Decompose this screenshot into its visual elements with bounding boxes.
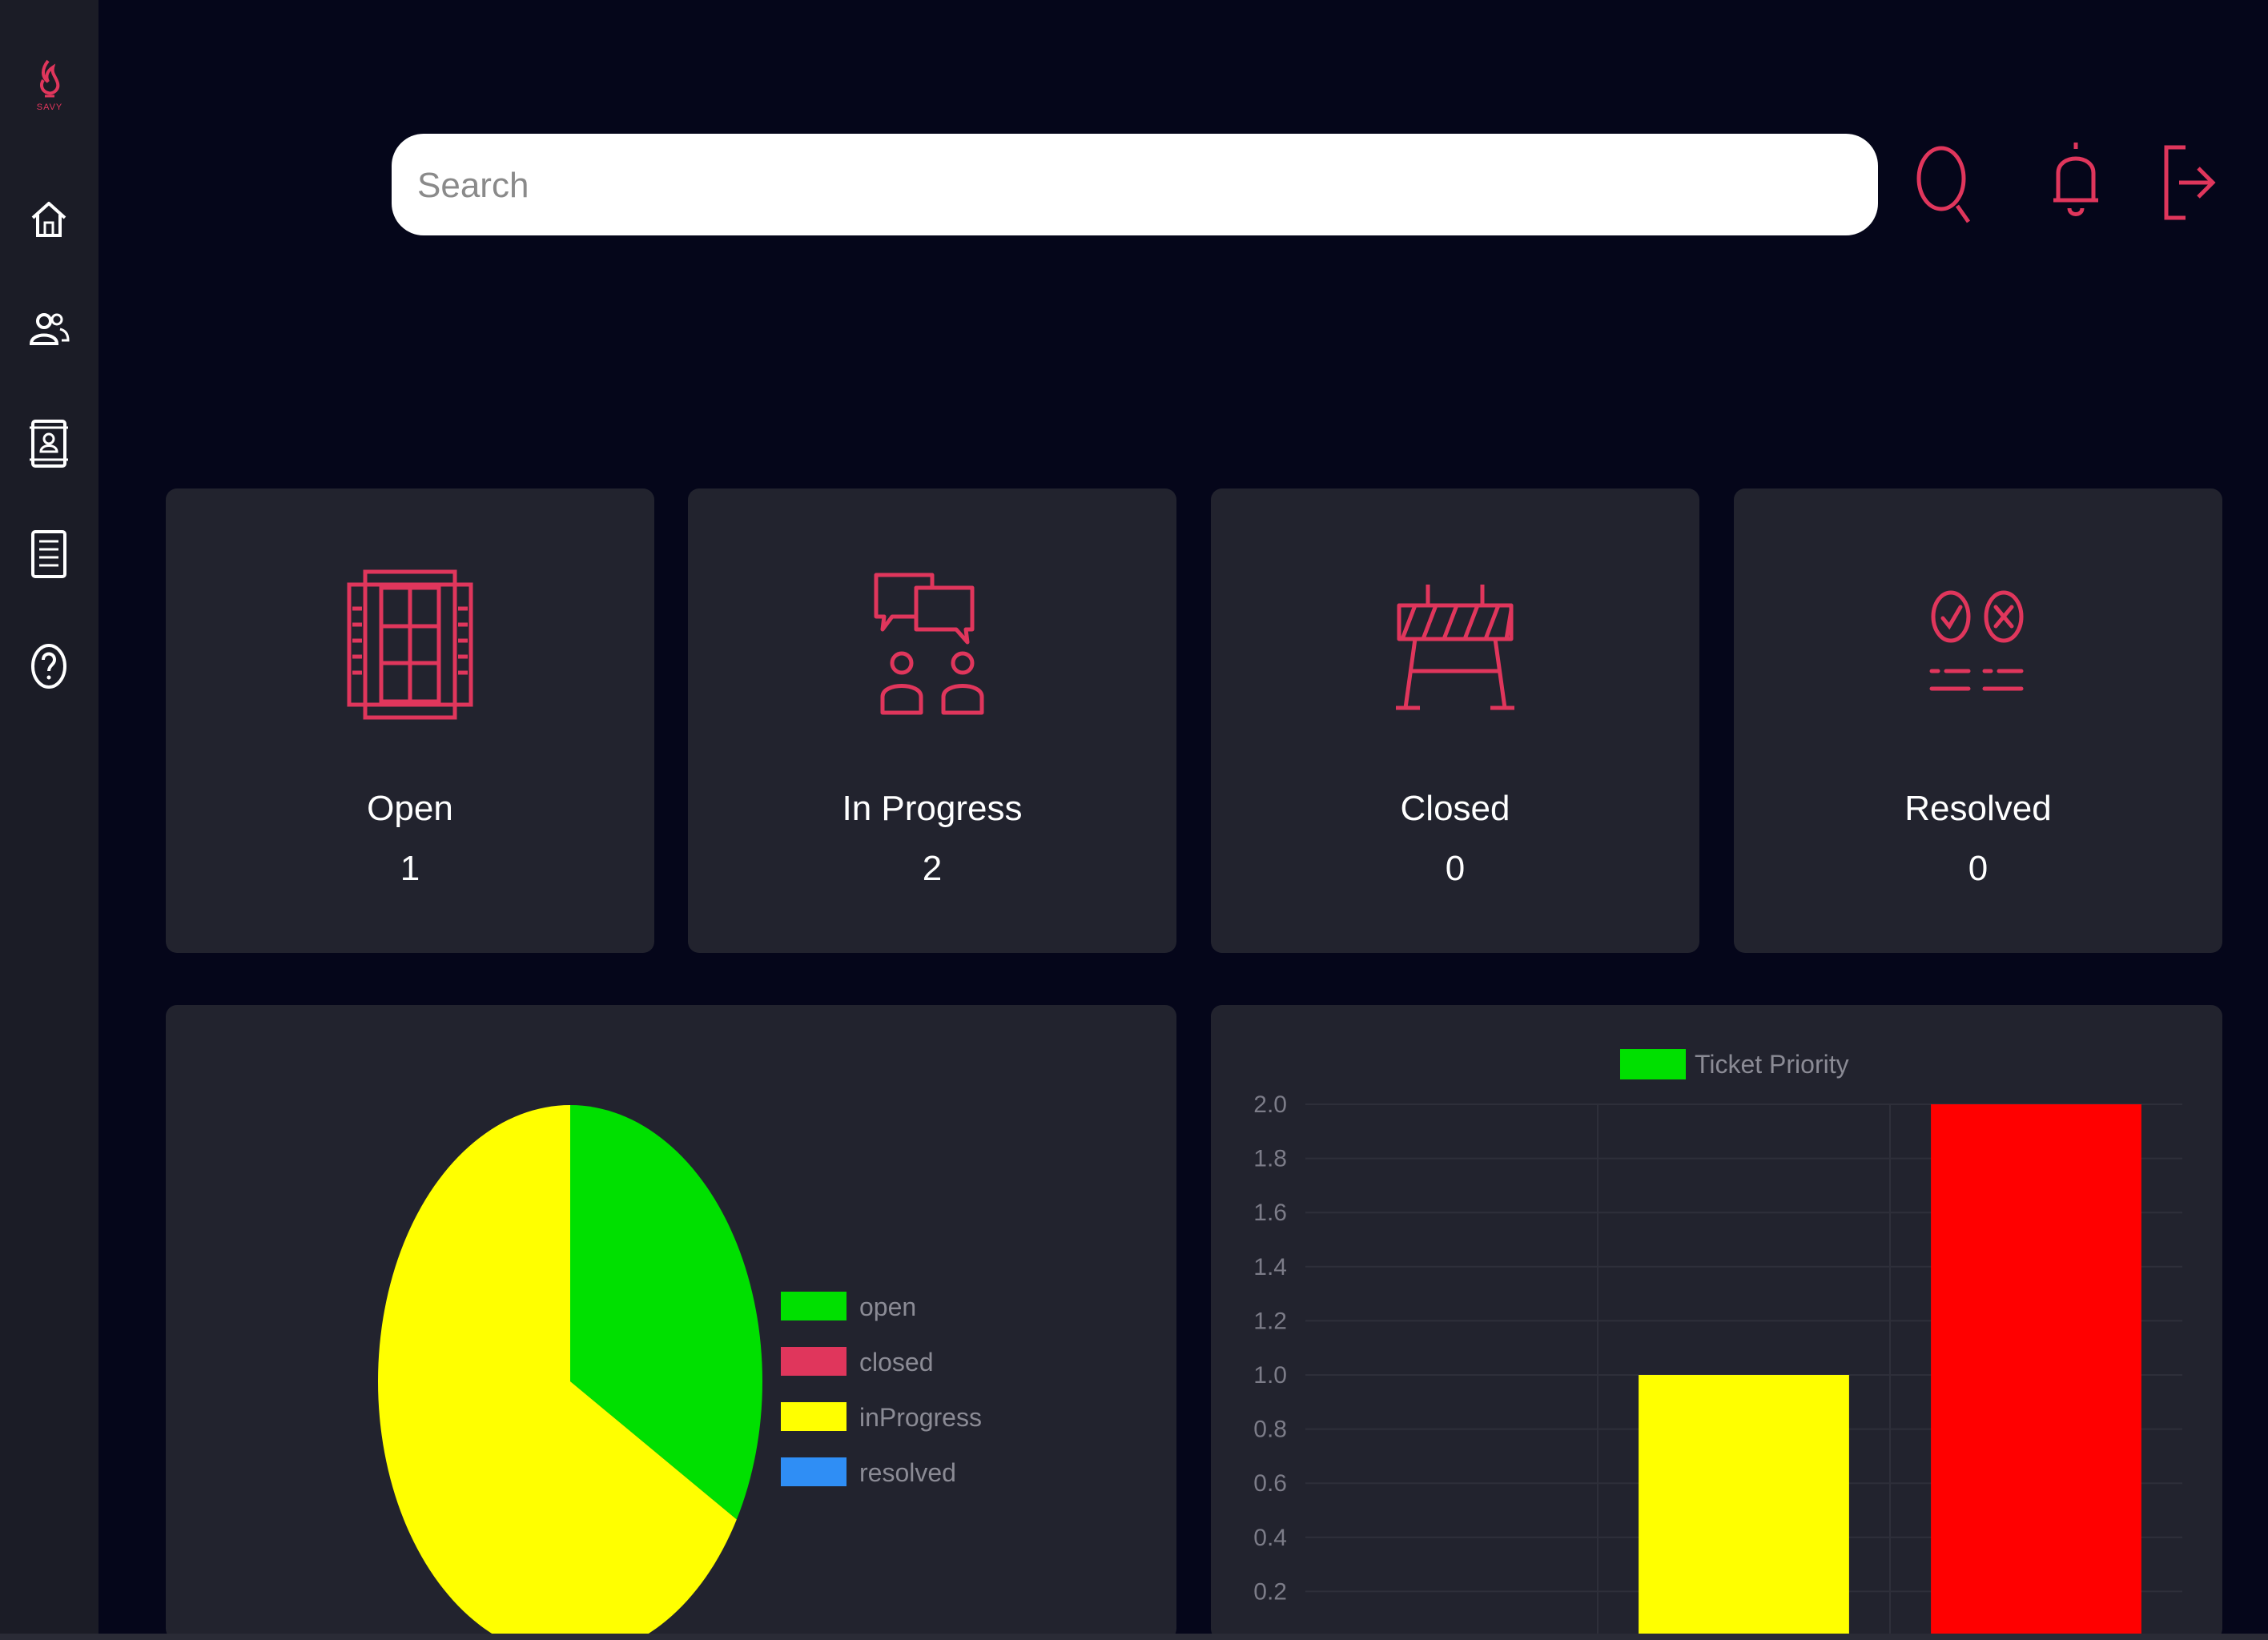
sidebar: SAVY — [0, 0, 99, 1640]
status-card-closed[interactable]: Closed 0 — [1211, 488, 1699, 953]
card-label: Open — [367, 789, 453, 828]
card-count: 0 — [1445, 849, 1466, 888]
priority-bar-chart-panel: 2.0 1.8 1.6 1.4 1.2 1.0 0.8 0.6 0.4 0.2 Ticket Pri… — [1211, 1005, 2222, 1640]
bar-priority-1 — [1639, 1375, 1849, 1640]
y-tick-label: 1.8 — [1253, 1146, 1287, 1172]
notifications-button[interactable] — [2050, 136, 2101, 225]
legend-label-resolved: resolved — [859, 1458, 956, 1487]
check-cross-list-icon — [1929, 590, 2024, 691]
priority-bar-chart: 2.0 1.8 1.6 1.4 1.2 1.0 0.8 0.6 0.4 0.2 Ticket Pri… — [1253, 1049, 2182, 1640]
y-tick-label: 0.2 — [1253, 1578, 1287, 1605]
y-tick-label: 0.6 — [1253, 1470, 1287, 1497]
y-tick-label: 1.2 — [1253, 1308, 1287, 1334]
status-card-in-progress[interactable]: In Progress 2 — [688, 488, 1176, 953]
users-icon — [29, 313, 70, 345]
legend-label-open: open — [859, 1292, 916, 1321]
card-label: Resolved — [1904, 789, 2052, 828]
status-pie-chart-panel: open closed inProgress resolved — [166, 1005, 1176, 1640]
legend-swatch-open — [781, 1292, 846, 1320]
y-tick-label: 1.0 — [1253, 1362, 1287, 1389]
search-button[interactable] — [1914, 140, 1973, 232]
y-tick-label: 1.4 — [1253, 1254, 1287, 1280]
search-bar[interactable] — [392, 134, 1878, 237]
legend-swatch-closed — [781, 1347, 846, 1376]
search-input[interactable] — [416, 134, 1852, 237]
brand-logo-text: SAVY — [36, 102, 63, 112]
status-pie-chart: open closed inProgress resolved — [378, 1105, 982, 1640]
card-count: 2 — [922, 849, 943, 888]
y-tick-label: 2.0 — [1253, 1091, 1287, 1118]
y-tick-label: 1.6 — [1253, 1200, 1287, 1226]
barrier-icon — [1396, 585, 1514, 710]
list-icon — [31, 530, 66, 578]
logout-button[interactable] — [2160, 143, 2218, 227]
sidebar-item-home[interactable] — [26, 197, 71, 242]
sidebar-item-contacts[interactable] — [26, 418, 71, 468]
help-icon — [31, 644, 66, 689]
legend-label-ticket-priority: Ticket Priority — [1695, 1050, 1849, 1079]
home-icon — [31, 202, 66, 237]
legend-label-inProgress: inProgress — [859, 1403, 982, 1432]
discussion-icon — [874, 573, 984, 715]
bottom-divider — [0, 1634, 2268, 1640]
legend-swatch-ticket-priority — [1620, 1049, 1686, 1079]
logout-icon — [2164, 145, 2216, 220]
card-count: 0 — [1968, 849, 1989, 888]
search-icon — [1916, 146, 1971, 223]
legend-label-closed: closed — [859, 1348, 934, 1377]
card-label: In Progress — [842, 789, 1023, 828]
window-icon — [347, 569, 473, 720]
sidebar-item-list[interactable] — [26, 529, 71, 578]
card-count: 1 — [400, 849, 420, 888]
brand-logo-mark — [40, 59, 60, 98]
sidebar-item-users[interactable] — [26, 308, 71, 353]
status-card-open[interactable]: Open 1 — [166, 488, 654, 953]
contact-book-icon — [30, 420, 68, 468]
sidebar-item-help[interactable] — [26, 641, 71, 689]
card-label: Closed — [1400, 789, 1510, 828]
brand-logo[interactable]: SAVY — [24, 56, 75, 120]
status-card-resolved[interactable]: Resolved 0 — [1734, 488, 2222, 953]
bell-icon — [2053, 143, 2098, 216]
y-tick-label: 0.8 — [1253, 1417, 1287, 1443]
bar-priority-2 — [1931, 1104, 2141, 1640]
legend-swatch-resolved — [781, 1457, 846, 1486]
y-tick-label: 0.4 — [1253, 1525, 1287, 1551]
legend-swatch-inProgress — [781, 1402, 846, 1431]
